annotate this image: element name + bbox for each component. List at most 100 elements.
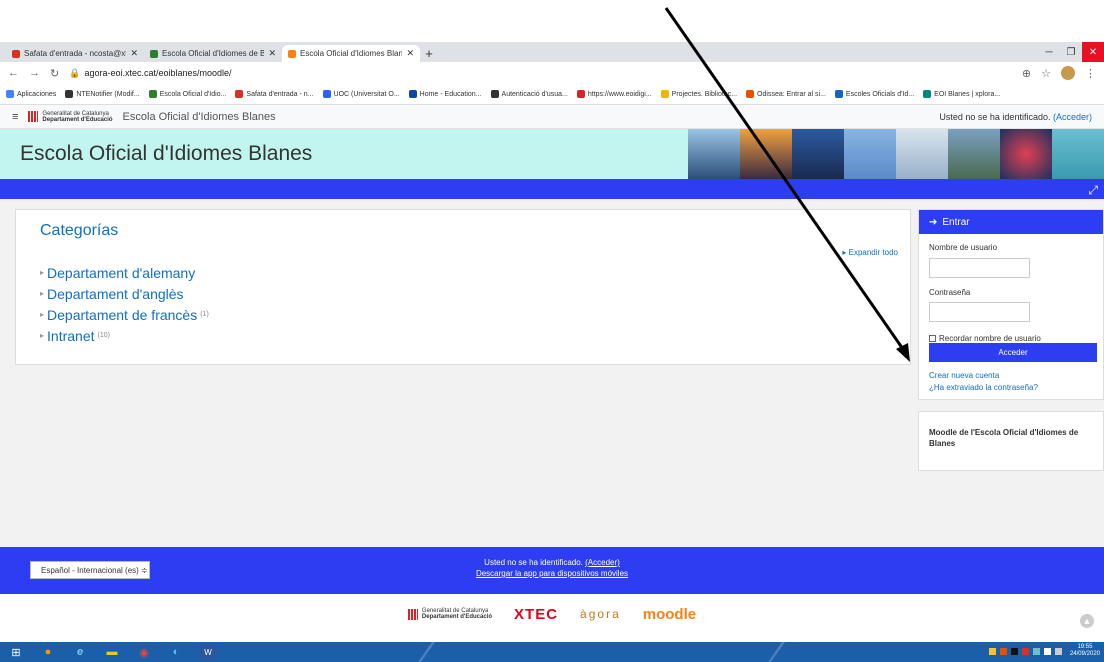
reload-icon[interactable]: ↻: [50, 67, 59, 80]
education-icon: [408, 90, 417, 98]
category-item[interactable]: ▸ Departament d'alemany: [40, 262, 209, 283]
tray-icon: [1032, 647, 1040, 655]
forgot-password-link[interactable]: ¿Ha extraviado la contraseña?: [929, 383, 1038, 392]
lock-icon: 🔒: [69, 67, 81, 78]
expand-icon[interactable]: ⤢: [1088, 183, 1098, 198]
back-icon[interactable]: ←: [8, 67, 19, 79]
bookmark-item[interactable]: NTENotifier (Modif...: [65, 90, 140, 98]
taskbar-clock[interactable]: 19:55 24/09/2020: [1070, 644, 1100, 658]
banner-photo: [792, 129, 844, 179]
category-item[interactable]: ▸ Departament de francès (1): [40, 304, 209, 325]
agora-logo[interactable]: àgora: [580, 607, 621, 621]
browser-tab-gmail[interactable]: Safata d'entrada - ncosta@xtec.c ✕: [6, 45, 144, 62]
bookmark-item[interactable]: Odissea: Entrar al si...: [746, 90, 826, 98]
url-field[interactable]: 🔒 agora-eoi.xtec.cat/eoiblanes/moodle/: [69, 68, 1012, 79]
annotation-area: [0, 0, 1104, 42]
footer-app-info: Descargar la app para dispositivos móvil…: [0, 569, 1104, 578]
zoom-icon[interactable]: ⊕: [1022, 67, 1031, 80]
close-icon[interactable]: ✕: [406, 48, 414, 59]
profile-avatar[interactable]: [1061, 66, 1075, 80]
username-input[interactable]: [929, 258, 1030, 278]
close-icon[interactable]: ✕: [268, 48, 276, 59]
gencat-logo[interactable]: Generalitat de Catalunya Departament d'Ed…: [28, 111, 113, 123]
chrome-icon[interactable]: ◉: [136, 645, 152, 659]
gencat-footer-logo[interactable]: Generalitat de Catalunya Departament d'Ed…: [407, 608, 492, 620]
create-account-link[interactable]: Crear nueva cuenta: [929, 371, 999, 380]
bookmark-item[interactable]: EOI Blanes | xplora...: [923, 90, 1000, 98]
footer-login-info: Usted no se ha identificado. (Acceder): [484, 558, 620, 567]
moodle-logo[interactable]: moodle: [643, 606, 696, 623]
star-icon[interactable]: ☆: [1041, 67, 1051, 80]
bookmark-item[interactable]: Aplicaciones: [6, 90, 56, 98]
site-name[interactable]: Escola Oficial d'Idiomes Blanes: [123, 111, 276, 123]
checkbox-icon: [929, 335, 936, 342]
menu-icon[interactable]: ⋮: [1085, 67, 1096, 80]
close-icon[interactable]: ✕: [130, 48, 138, 59]
gencat-icon: [576, 90, 585, 98]
xtec-logo[interactable]: XTEC: [514, 606, 558, 623]
navbar-login-link[interactable]: (Acceder): [1053, 112, 1092, 122]
category-item[interactable]: ▸ Intranet (10): [40, 325, 209, 346]
bookmark-item[interactable]: Safata d'entrada - n...: [235, 90, 314, 98]
tray-icon: [1054, 647, 1062, 655]
footer-logos: Generalitat de Catalunya Departament d'Ed…: [0, 594, 1104, 634]
expand-all-link[interactable]: ▸ Expandir todo: [842, 248, 898, 257]
login-header: ➔ Entrar: [919, 210, 1103, 234]
triangle-icon: ▸: [40, 310, 45, 319]
uoc-icon: [322, 90, 331, 98]
bookmark-item[interactable]: Escoles Oficials d'Id...: [834, 90, 914, 98]
hamburger-icon[interactable]: ≡: [12, 111, 18, 123]
scroll-top-icon[interactable]: ▲: [1080, 614, 1094, 628]
bookmark-item[interactable]: Escola Oficial d'Idio...: [148, 90, 226, 98]
mail-icon: [235, 90, 244, 98]
file-explorer-icon[interactable]: ▬: [104, 645, 120, 659]
address-bar: ← → ↻ 🔒 agora-eoi.xtec.cat/eoiblanes/moo…: [0, 62, 1104, 84]
bookmark-item[interactable]: Autenticació d'usua...: [490, 90, 568, 98]
new-tab-button[interactable]: +: [420, 45, 438, 62]
eoi-icon: [834, 90, 843, 98]
footer-login-link[interactable]: (Acceder): [585, 558, 620, 567]
bookmark-item[interactable]: Home - Education...: [408, 90, 482, 98]
browser-tab-moodle[interactable]: Escola Oficial d'Idiomes Blanes ✕: [282, 45, 420, 62]
maximize-icon[interactable]: ❐: [1060, 42, 1082, 62]
main-region: Categorías ▸ Expandir todo ▸ Departament …: [0, 199, 1104, 547]
download-app-link[interactable]: Descargar la app para dispositivos móvil…: [476, 569, 628, 578]
bookmark-item[interactable]: Projectes. Bibliotec...: [660, 90, 737, 98]
navbar-login-info: Usted no se ha identificado. (Acceder): [939, 111, 1092, 122]
edge-icon[interactable]: ◐: [168, 645, 184, 659]
blue-bar: ⤢: [0, 179, 1104, 199]
sign-in-icon: ➔: [929, 216, 938, 228]
minimize-icon[interactable]: ─: [1038, 42, 1060, 62]
browser-tab-eoi[interactable]: Escola Oficial d'Idiomes de Blan ✕: [144, 45, 282, 62]
triangle-icon: ▸: [40, 268, 45, 277]
banner-photo: [688, 129, 740, 179]
bookmark-item[interactable]: https://www.eoidigi...: [576, 90, 652, 98]
globe-icon: [65, 90, 74, 98]
mail-icon: [12, 49, 20, 58]
firefox-icon[interactable]: ●: [40, 645, 56, 659]
password-label: Contraseña: [929, 288, 971, 297]
window-close-icon[interactable]: ✕: [1082, 42, 1104, 62]
system-tray: 19:55 24/09/2020: [988, 644, 1100, 658]
banner-photo: [896, 129, 948, 179]
category-item[interactable]: ▸ Departament d'anglès: [40, 283, 209, 304]
windows-start-icon[interactable]: ⊞: [8, 645, 24, 659]
senyera-icon: [407, 608, 418, 620]
odissea-icon: [746, 90, 755, 98]
internet-explorer-icon[interactable]: e: [72, 645, 88, 659]
moodle-icon: [288, 49, 296, 58]
categories-box: Categorías ▸ Expandir todo ▸ Departament …: [15, 209, 911, 365]
drive-icon: [150, 49, 158, 58]
bookmark-item[interactable]: UOC (Universitat O...: [322, 90, 400, 98]
banner-photo: [1052, 129, 1104, 179]
tray-icon: [999, 647, 1007, 655]
tray-icon: [1043, 647, 1051, 655]
remember-username-checkbox[interactable]: Recordar nombre de usuario: [929, 334, 1041, 343]
forward-icon[interactable]: →: [29, 67, 40, 79]
word-icon[interactable]: W: [200, 645, 216, 659]
password-input[interactable]: [929, 302, 1030, 322]
moodle-navbar: ≡ Generalitat de Catalunya Departament d'…: [0, 105, 1104, 129]
banner-photo: [1000, 129, 1052, 179]
login-button[interactable]: Acceder: [929, 343, 1097, 362]
triangle-icon: ▸: [40, 289, 45, 298]
